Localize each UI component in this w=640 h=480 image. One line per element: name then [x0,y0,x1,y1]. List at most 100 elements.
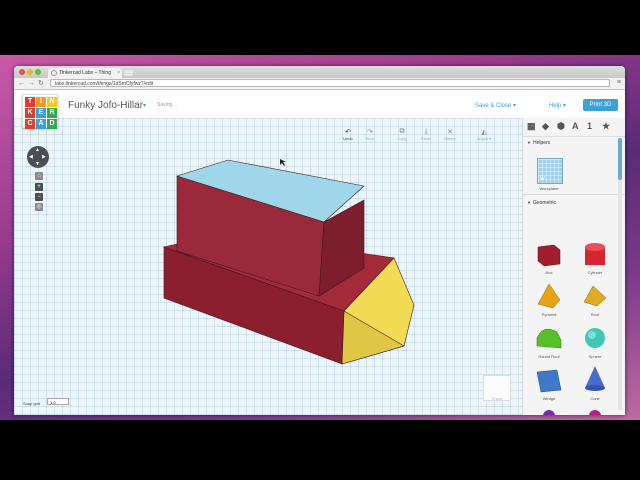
star-icon[interactable]: ★ [602,121,610,132]
geometric-title-text: Geometric [532,200,557,206]
shape-round-roof[interactable]: Round Roof [536,328,562,359]
workplane-viewport[interactable]: ↶ Undo ↷ Redo ⧉ Copy ⤓ Paste ✕ Delete ◭ Adjust ▾ ▲ … [14,118,523,415]
3d-scene[interactable] [14,118,522,415]
snap-grid-label: Snap grid [23,401,41,406]
snap-grid-select[interactable]: 1.0 [47,398,69,405]
shape-pyramid[interactable]: Pyramid [537,283,561,317]
toolbar-button-label: Paste [420,136,432,141]
workplane-tile-letter: W [540,176,545,182]
print-3d-button[interactable]: Print 3D [583,99,618,111]
delete-icon: ✕ [447,129,453,136]
adjust-icon: ◭ [481,129,487,136]
undo-icon: ↶ [345,129,351,136]
new-tab-button[interactable] [124,70,133,76]
shape-cone[interactable]: Cone [585,366,605,401]
zoom-window-icon[interactable] [35,69,41,75]
minimize-window-icon[interactable] [27,69,33,75]
workplane-helper-tile[interactable]: W [537,158,563,184]
shape-wedge[interactable]: Wedge [536,369,562,401]
shape-label: Roof [591,312,600,317]
shape-label: Pyramid [542,312,557,317]
toolbar-button-label: Copy [397,136,407,141]
shape-sphere[interactable]: Sphere [585,328,605,359]
browser-menu-icon[interactable]: ≡ [617,79,621,86]
logo-letter: N [47,97,57,107]
shape-row-partial[interactable] [543,410,601,415]
forward-icon[interactable]: → [28,79,35,88]
zoom-in-icon[interactable]: + [35,183,43,191]
toolbar-button-label: Adjust ▾ [476,136,492,141]
pan-down-icon[interactable]: ▼ [35,161,40,167]
shape-cylinder[interactable]: Cylinder [585,243,605,275]
redo-icon: ↷ [367,129,373,136]
close-window-icon[interactable] [19,69,25,75]
help-menu[interactable]: Help ▾ [549,102,566,109]
logo-letter: A [36,119,46,129]
reload-icon[interactable]: ↻ [38,79,44,88]
pan-left-icon[interactable]: ◀ [29,154,33,160]
copy-icon: ⧉ [399,128,405,135]
caret-down-icon: ▼ [527,200,531,205]
app-header: TINKERCAD Funky Jofo-Hillar ▾ Saving… Sa… [14,90,625,129]
shape-box[interactable]: Box [537,244,561,275]
fit-view-icon[interactable]: ◎ [35,203,43,211]
geometric-shapes-grid: Box Cylinder Pyramid Roof Round Roof Sphere We… [536,243,607,415]
cube-icon[interactable]: ◆ [542,121,549,132]
save-close-button[interactable]: Save & Close ▾ [475,102,516,109]
toolbar-button-label: Undo [343,136,353,141]
design-title[interactable]: Funky Jofo-Hillar [68,100,143,111]
shape-label: Box [546,270,553,275]
zoom-out-icon[interactable]: − [35,193,43,201]
shape-label: Cylinder [588,270,603,275]
shape-roof[interactable]: Roof [583,285,607,317]
home-view-icon[interactable]: ⌂ [35,172,43,180]
address-bar[interactable]: labs.tinkercad.com/things/1dSmCfyfwz7/ed… [50,79,610,87]
sidebar-scroll-thumb[interactable] [618,138,622,180]
section-divider [523,194,625,195]
logo-letter: I [36,97,46,107]
toolbar-button-label: Redo [365,136,375,141]
toolbar-paste-button[interactable]: ⤓ Paste [416,128,436,141]
workplane-icon[interactable]: ▦ [527,121,536,132]
toolbar-button-label: Delete [444,136,456,141]
toolbar-redo-button[interactable]: ↷ Redo [360,128,380,141]
helpers-section-title[interactable]: ▼ Helpers [527,140,550,146]
logo-letter: R [47,108,57,118]
tinkercad-logo[interactable]: TIN KER CAD [22,94,58,129]
favicon-icon [51,70,57,76]
tab-title: Tinkercad Labs – Thing [59,70,111,76]
view-navigation-control[interactable]: ▲ ▼ ◀ ▶ [27,146,49,168]
logo-letter: T [25,97,35,107]
logo-letter: D [47,119,57,129]
logo-letter: E [36,108,46,118]
shape-label: Cone [590,396,600,401]
helpers-title-text: Helpers [532,140,551,146]
sidebar-category-bar: ▦ ◆ ⬢ A 1 ★ [523,118,625,137]
share-button[interactable]: Share [483,375,511,401]
mouse-cursor-icon [280,159,286,166]
toolbar-delete-button[interactable]: ✕ Delete [440,128,460,141]
logo-letter: K [25,108,35,118]
back-icon[interactable]: ← [18,79,25,88]
shape-label: Wedge [543,396,556,401]
pan-right-icon[interactable]: ▶ [42,154,46,160]
hex-icon[interactable]: ⬢ [557,121,565,132]
toolbar-copy-button[interactable]: ⧉ Copy [392,128,412,141]
shape-label: Sphere [589,354,603,359]
number-icon[interactable]: 1 [587,121,592,131]
logo-letter: C [25,119,35,129]
text-icon[interactable]: A [572,121,579,131]
workplane-label: Workplane [539,186,559,191]
browser-tab[interactable]: Tinkercad Labs – Thing × [48,68,122,78]
chevron-down-icon[interactable]: ▾ [143,102,146,109]
tab-close-icon[interactable]: × [117,68,120,78]
paste-icon: ⤓ [424,128,428,135]
tab-bar: Tinkercad Labs – Thing × [14,66,625,78]
shapes-sidebar: ▦ ◆ ⬢ A 1 ★ ▼ Helpers W Workplane ▼ Geometric B… [523,118,625,415]
browser-window: Tinkercad Labs – Thing × ← → ↻ labs.tink… [14,66,625,415]
geometric-section-title[interactable]: ▼ Geometric [527,200,556,206]
caret-down-icon: ▼ [527,140,531,145]
toolbar-adjust-button[interactable]: ◭ Adjust ▾ [474,128,494,141]
toolbar-undo-button[interactable]: ↶ Undo [338,128,358,141]
pan-up-icon[interactable]: ▲ [35,147,40,153]
